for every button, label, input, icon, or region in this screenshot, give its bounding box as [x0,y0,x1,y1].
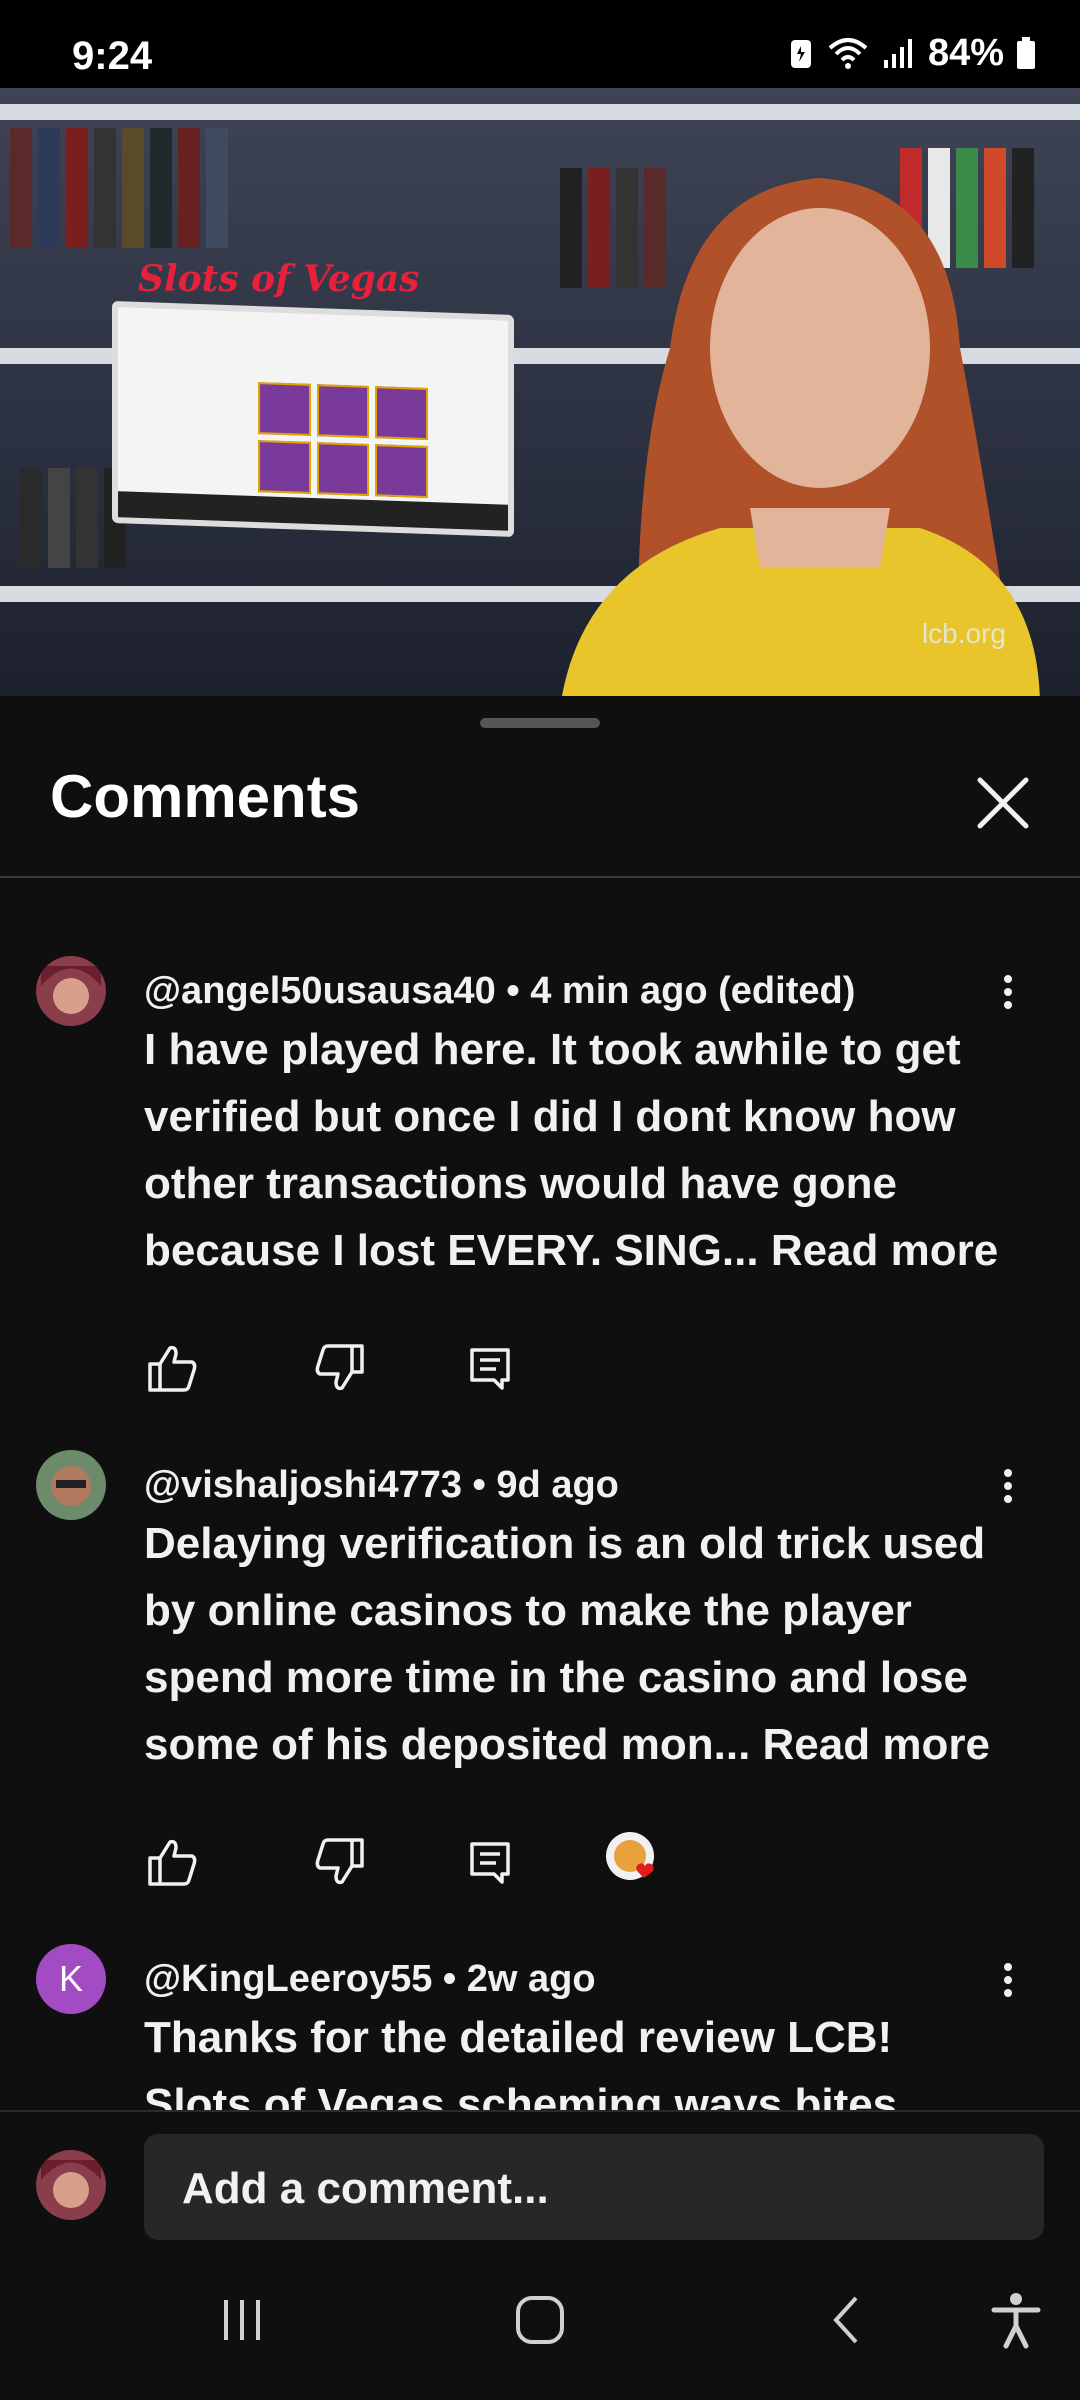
accessibility-icon[interactable] [986,2290,1046,2350]
status-icons: 84% [788,30,1036,76]
avatar-letter: K [58,1958,83,1999]
comment-meta: • 2w ago [432,1958,596,2000]
presenter [562,178,1040,696]
drag-handle[interactable] [480,718,600,728]
video-player[interactable]: Slots of Vegas lcb.org [0,88,1080,696]
reply-icon[interactable] [462,1340,518,1396]
avatar[interactable] [36,1450,106,1520]
panel-title: Comments [50,763,361,830]
comments-panel: Comments @angel50usausa40 • 4 min ago (e… [0,696,1080,2112]
bookshelf [0,104,1080,120]
comment-text: Delaying verification is an old trick us… [144,1510,1004,1778]
overlay-logo: Slots of Vegas [138,258,420,300]
wifi-icon [828,38,868,69]
more-options-icon[interactable] [990,1464,1026,1514]
my-avatar [36,2150,106,2220]
like-icon[interactable] [144,1340,200,1396]
avatar[interactable] [36,956,106,1026]
battery-icon [1017,37,1035,69]
recents-icon[interactable] [212,2290,272,2350]
comment-author-line[interactable]: @vishaljoshi4773 • 9d ago [144,1464,619,1507]
dislike-icon[interactable] [312,1340,368,1396]
sync-icon [790,40,811,68]
status-bar: 9:24 84% [0,0,1080,88]
comment-meta: • 4 min ago (edited) [495,970,856,1012]
player-controls-bar [118,491,508,531]
signal-icon [883,39,912,68]
read-more-link[interactable]: Read more [763,1720,990,1769]
comment-text: I have played here. It took awhile to ge… [144,1016,1004,1284]
books [20,468,126,568]
dislike-icon[interactable] [312,1834,368,1890]
comment-author[interactable]: @vishaljoshi4773 [144,1464,462,1506]
home-icon[interactable] [510,2290,570,2350]
books [10,128,228,248]
reply-icon[interactable] [462,1834,518,1890]
system-nav-bar [0,2240,1080,2400]
comment-text: Thanks for the detailed review LCB! Slot… [144,2004,1004,2112]
game-tiles [258,382,428,499]
website-overlay [112,300,514,538]
like-icon[interactable] [144,1834,200,1890]
battery-percent: 84% [927,31,1004,74]
comment-author[interactable]: @KingLeeroy55 [144,1958,432,2000]
add-comment-placeholder: Add a comment... [182,2164,549,2213]
read-more-link[interactable]: Read more [771,1226,998,1275]
back-icon[interactable] [818,2290,878,2350]
comment-author-line[interactable]: @angel50usausa40 • 4 min ago (edited) [144,970,855,1013]
close-icon[interactable] [968,768,1038,838]
comment-meta: • 9d ago [462,1464,619,1506]
status-time: 9:24 [72,34,153,78]
comment-body: Thanks for the detailed review LCB! Slot… [144,2013,898,2112]
more-options-icon[interactable] [990,970,1026,1020]
avatar[interactable]: K [36,1944,106,2014]
divider [0,876,1080,878]
comment-author[interactable]: @angel50usausa40 [144,970,496,1012]
creator-heart-icon [606,1832,654,1880]
watermark: lcb.org [921,618,1006,649]
add-comment-input[interactable]: Add a comment... [144,2134,1044,2240]
comment-author-line[interactable]: @KingLeeroy55 • 2w ago [144,1958,596,2001]
more-options-icon[interactable] [990,1958,1026,2008]
